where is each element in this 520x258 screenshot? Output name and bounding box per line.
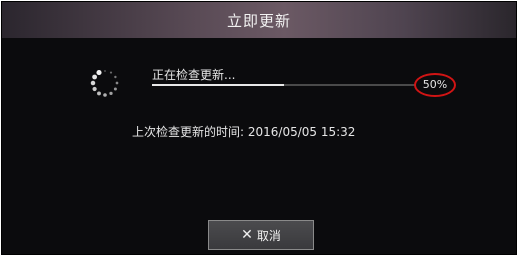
update-dialog: 立即更新 正在检查更新... 50% 上次检查更新的时间: 2016/05/05…	[1, 1, 517, 255]
spinner-dot	[113, 87, 117, 91]
spinner-dot	[97, 91, 101, 96]
progress-fill	[152, 84, 284, 86]
close-icon: ✕	[241, 227, 253, 243]
cancel-button[interactable]: ✕ 取消	[208, 220, 314, 250]
dialog-title: 立即更新	[226, 12, 291, 30]
red-annotation-circle	[414, 73, 456, 97]
cancel-label: 取消	[256, 228, 281, 243]
spinner-dot	[103, 93, 107, 97]
progress-bar	[152, 84, 416, 86]
update-status-text: 正在检查更新...	[152, 68, 236, 82]
last-check-time: 上次检查更新的时间: 2016/05/05 15:32	[132, 125, 356, 139]
spinner-dot	[114, 75, 117, 79]
spinner-dot	[104, 70, 106, 72]
spinner-dot	[92, 86, 97, 92]
loading-spinner-icon	[90, 70, 119, 97]
title-bar: 立即更新	[2, 2, 516, 38]
progress-percent: 50%	[414, 73, 456, 97]
spinner-dot	[115, 81, 119, 85]
spinner-dot	[109, 91, 113, 96]
spinner-dot	[109, 71, 113, 74]
spinner-dot	[96, 70, 102, 76]
spinner-dot	[92, 74, 98, 80]
spinner-dot	[90, 80, 96, 86]
